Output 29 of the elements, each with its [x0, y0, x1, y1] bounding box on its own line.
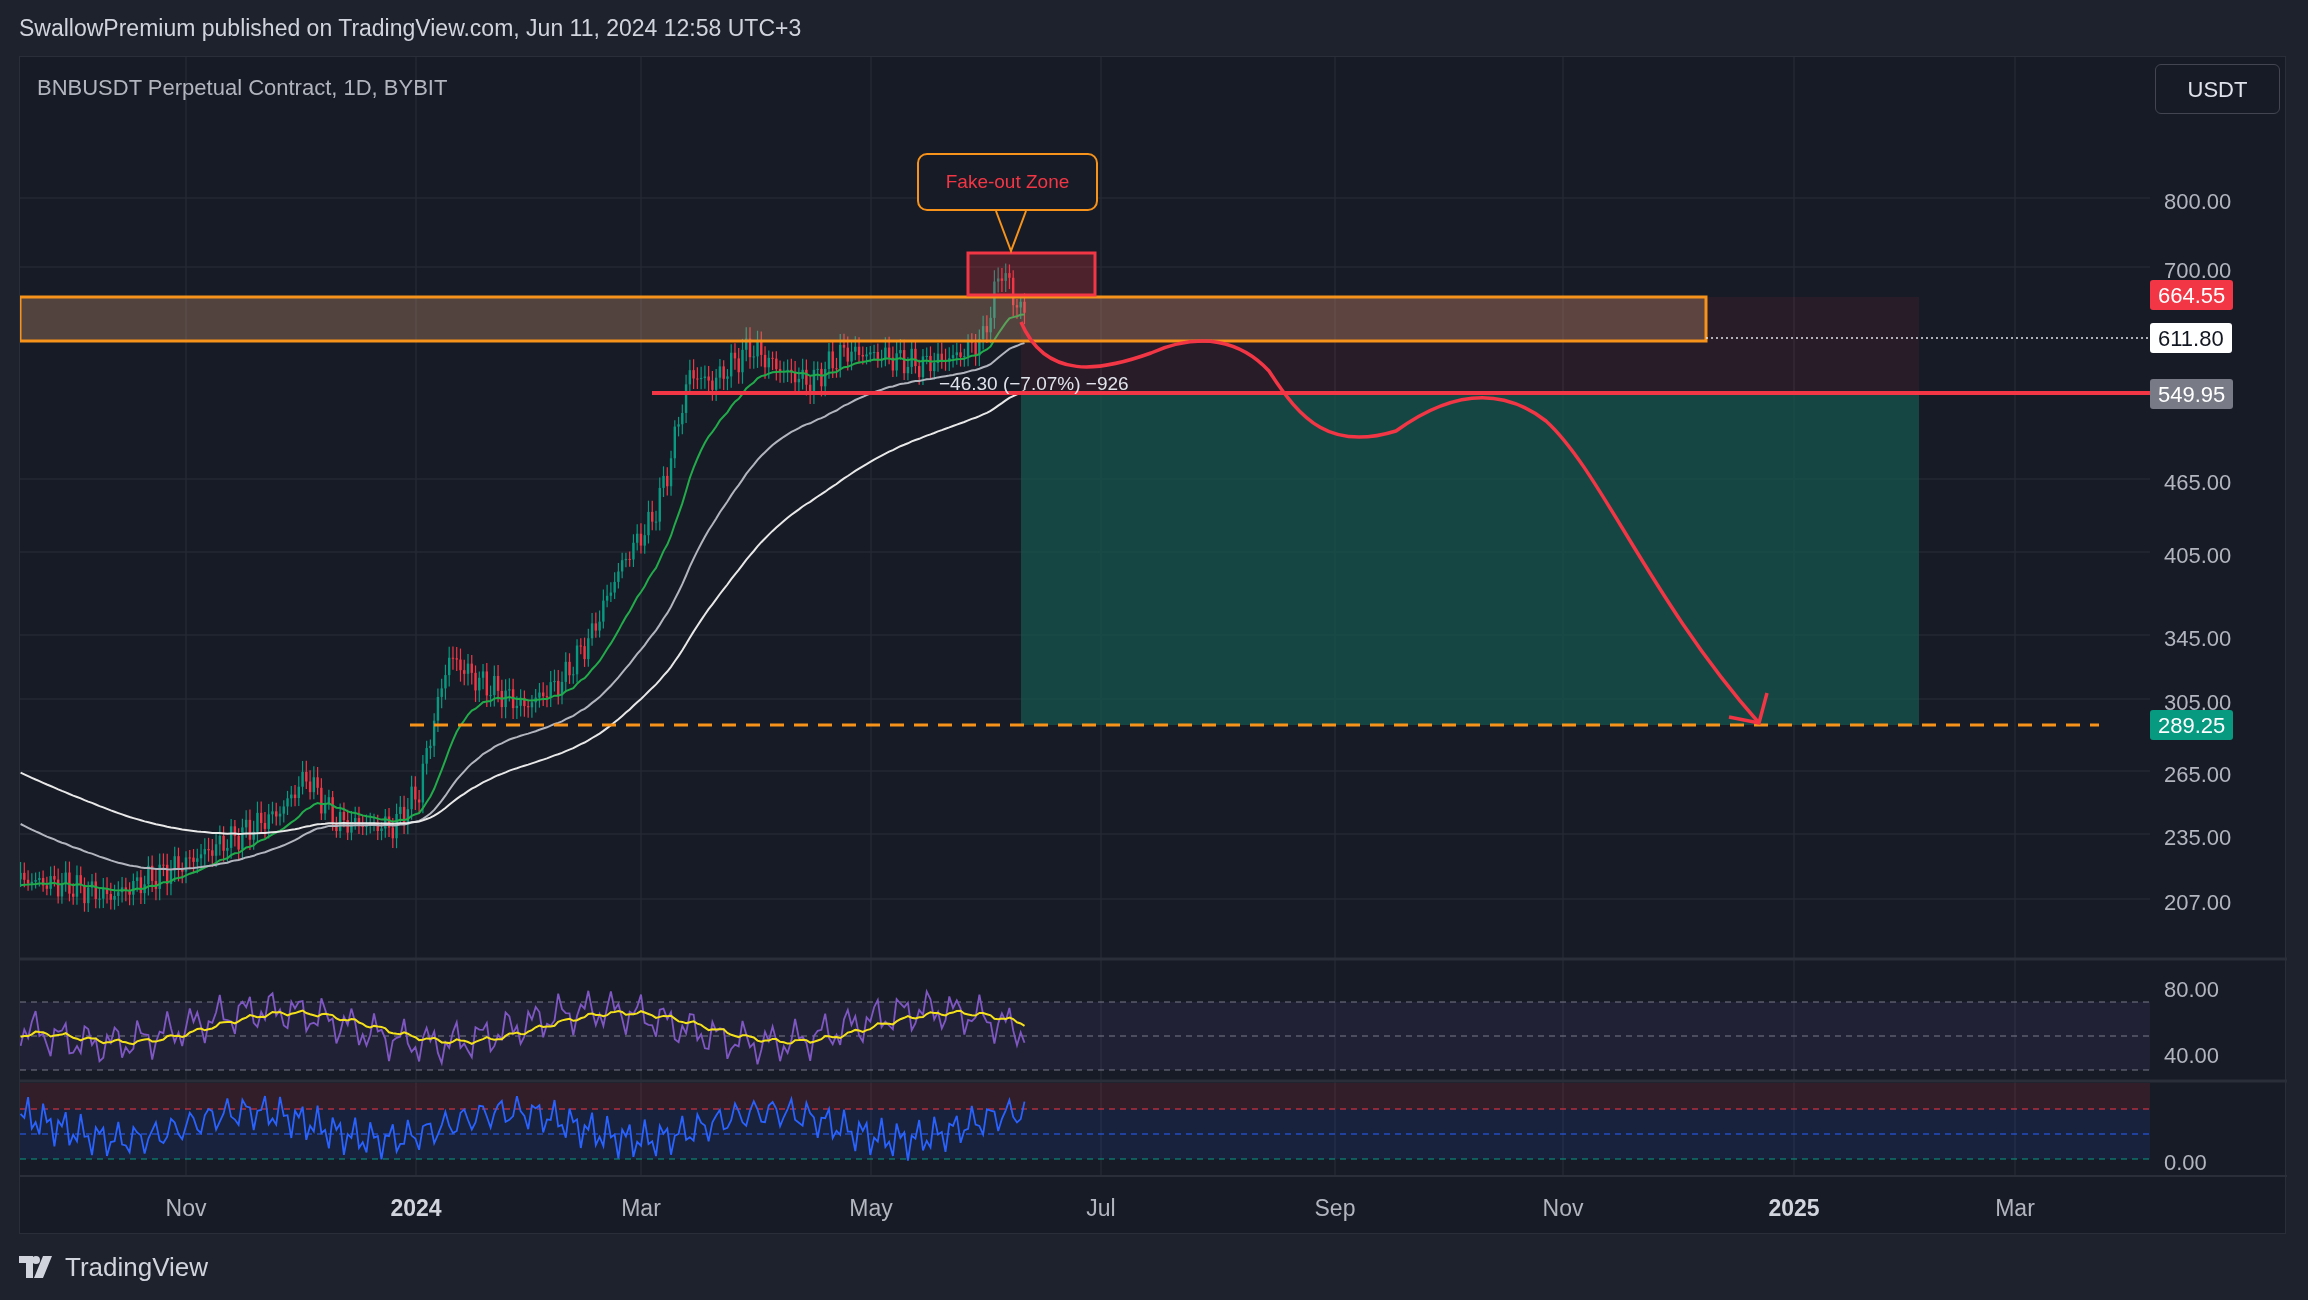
- rsi-axis-label: 40.00: [2164, 1042, 2220, 1070]
- time-axis-label: 2024: [390, 1194, 442, 1223]
- time-axis-label: Mar: [1995, 1194, 2035, 1223]
- price-tag: 549.95: [2150, 379, 2234, 409]
- measure-label: −46.30 (−7.07%) −926: [939, 372, 1129, 396]
- price-axis-label: 465.00: [2164, 469, 2232, 497]
- price-axis-label: 345.00: [2164, 625, 2232, 653]
- price-axis-label: 800.00: [2164, 188, 2232, 216]
- brand-name: TradingView: [65, 1250, 209, 1284]
- time-axis-label: 2025: [1768, 1194, 1820, 1223]
- price-tag: 289.25: [2150, 710, 2234, 740]
- price-tag: 664.55: [2150, 280, 2234, 310]
- time-axis-label: Sep: [1314, 1194, 1356, 1223]
- price-axis-label: 265.00: [2164, 761, 2232, 789]
- publisher-caption: SwallowPremium published on TradingView.com, Jun 11, 2024 12:58 UTC+3: [19, 13, 802, 43]
- price-axis-label: 405.00: [2164, 542, 2232, 570]
- price-axis-label: 207.00: [2164, 889, 2232, 917]
- currency-button[interactable]: USDT: [2155, 64, 2280, 114]
- price-axis-label: 235.00: [2164, 824, 2232, 852]
- time-axis-label: Mar: [621, 1194, 661, 1223]
- callout-pointer: [995, 210, 1027, 254]
- time-axis-label: Nov: [1542, 1194, 1584, 1223]
- price-tag: 611.80: [2150, 323, 2232, 353]
- oscillator-axis-label: 0.00: [2164, 1149, 2207, 1177]
- time-axis-label: Nov: [165, 1194, 207, 1223]
- time-axis-label: Jul: [1086, 1194, 1116, 1223]
- symbol-title: BNBUSDT Perpetual Contract, 1D, BYBIT: [37, 74, 448, 102]
- rsi-axis-label: 80.00: [2164, 976, 2220, 1004]
- time-axis-label: May: [849, 1194, 893, 1223]
